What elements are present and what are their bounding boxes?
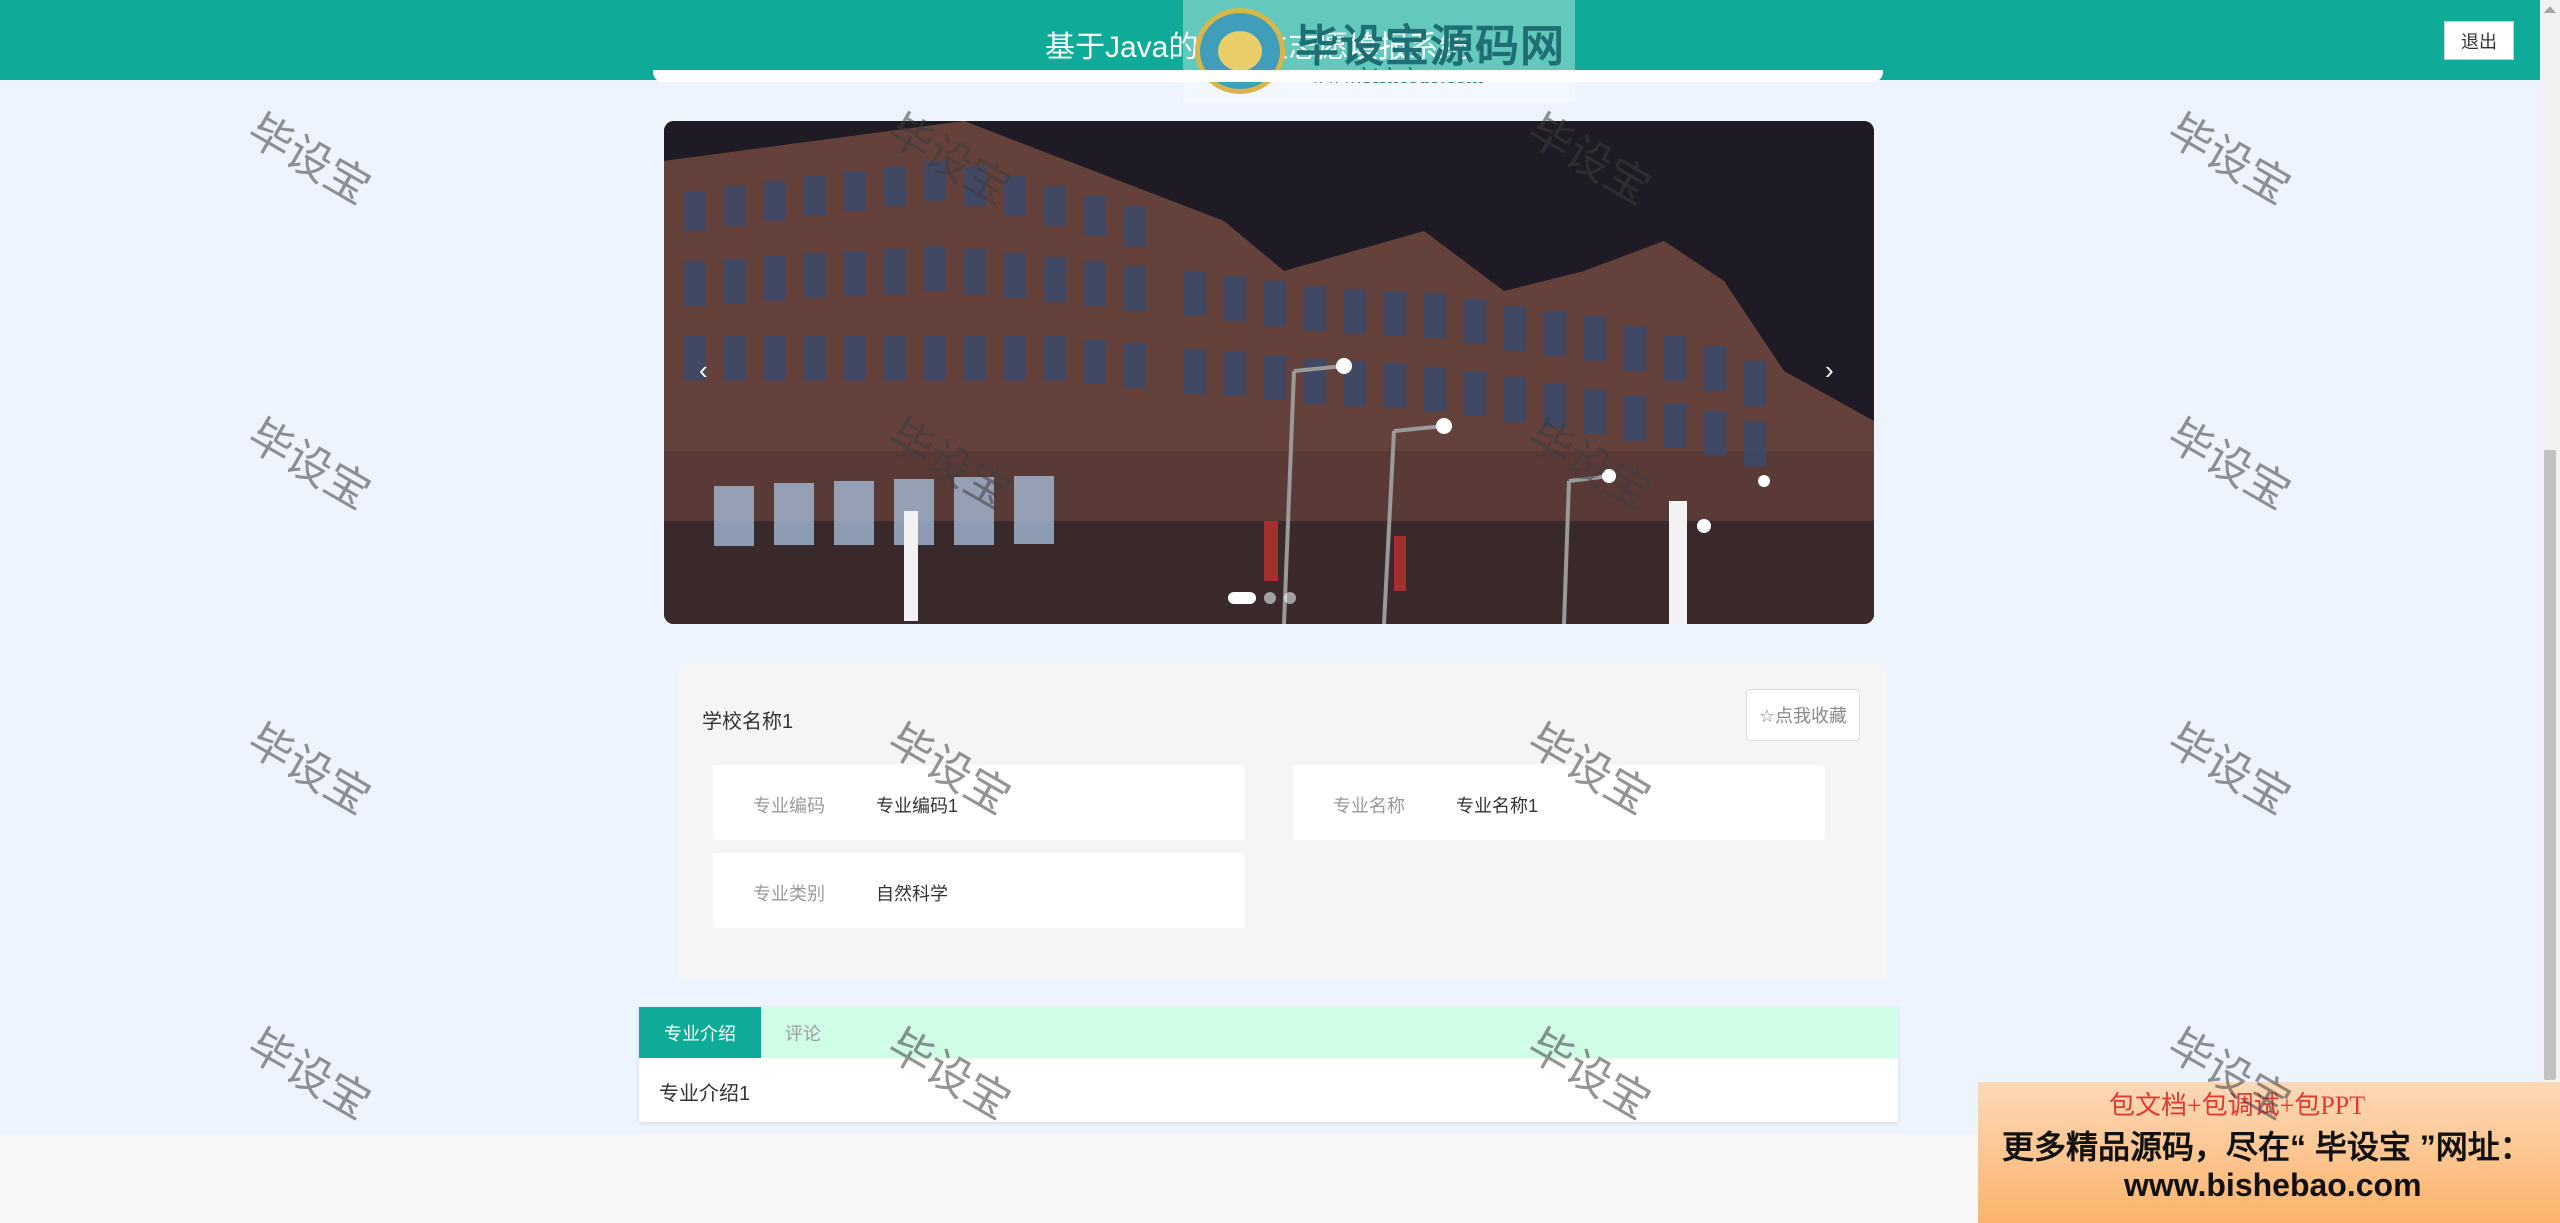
carousel-dot-2[interactable] <box>1264 592 1276 604</box>
carousel-dot-1[interactable] <box>1228 592 1256 604</box>
tab-major-intro[interactable]: 专业介绍 <box>639 1007 761 1058</box>
scroll-up-icon[interactable] <box>2544 6 2556 13</box>
watermark: 毕设宝 <box>239 104 379 215</box>
carousel-next-arrow[interactable]: › <box>1825 355 1834 386</box>
logout-button[interactable]: 退出 <box>2444 21 2514 60</box>
promo-banner[interactable]: 包文档+包调试+包PPT 更多精品源码，尽在“ 毕设宝 ”网址： www.bis… <box>1978 1082 2560 1223</box>
campus-building-photo <box>664 121 1874 624</box>
carousel-dot-3[interactable] <box>1284 592 1296 604</box>
info-field-major-category: 专业类别 自然科学 <box>713 853 1245 928</box>
watermark: 毕设宝 <box>239 1019 379 1130</box>
watermark: 毕设宝 <box>239 409 379 520</box>
promo-line-3: www.bishebao.com <box>2124 1167 2422 1203</box>
tabs-panel: 专业介绍 评论 专业介绍1 <box>639 1007 1898 1122</box>
tab-bar: 专业介绍 评论 <box>639 1007 1898 1058</box>
watermark: 毕设宝 <box>2159 104 2299 215</box>
tab-comments[interactable]: 评论 <box>761 1007 845 1058</box>
promo-line-2: 更多精品源码，尽在“ 毕设宝 ”网址： <box>2002 1129 2532 1165</box>
field-label: 专业编码 <box>753 796 825 816</box>
watermark: 毕设宝 <box>239 714 379 825</box>
vertical-scrollbar[interactable] <box>2540 0 2560 1223</box>
info-field-major-code: 专业编码 专业编码1 <box>713 765 1245 840</box>
field-value: 专业名称1 <box>1456 796 1539 816</box>
watermark: 毕设宝 <box>2159 409 2299 520</box>
field-value: 专业编码1 <box>876 796 959 816</box>
field-label: 专业类别 <box>753 884 825 904</box>
field-value: 自然科学 <box>876 884 948 904</box>
watermark: 毕设宝 <box>2159 714 2299 825</box>
info-field-major-name: 专业名称 专业名称1 <box>1293 765 1825 840</box>
field-label: 专业名称 <box>1333 796 1405 816</box>
carousel-indicators <box>1228 592 1296 604</box>
tab-content: 专业介绍1 <box>659 1083 751 1105</box>
promo-line-1: 包文档+包调试+包PPT <box>2109 1091 2366 1120</box>
image-carousel[interactable] <box>664 121 1874 624</box>
carousel-prev-arrow[interactable]: ‹ <box>699 355 708 386</box>
favorite-button[interactable]: ☆点我收藏 <box>1746 689 1860 741</box>
school-name: 学校名称1 <box>702 711 794 733</box>
nav-strip <box>653 70 1883 82</box>
scrollbar-thumb[interactable] <box>2544 450 2556 1080</box>
